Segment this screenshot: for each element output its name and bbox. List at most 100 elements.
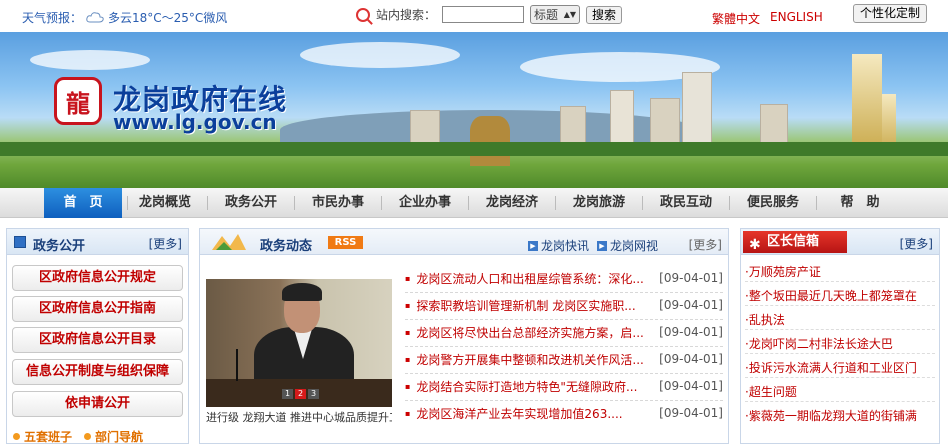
news-title: ▪ 龙岗结合实际打造地方特色"无缝隙政府...	[405, 378, 637, 395]
nav-divider	[555, 196, 556, 210]
news-date: [09-04-01]	[659, 325, 723, 339]
quick-news-link[interactable]: ▶ 龙岗快讯	[528, 237, 589, 254]
arrow-icon: ▶	[597, 240, 607, 251]
mail-item[interactable]: ·乱执法	[745, 311, 935, 328]
trees-decoration	[0, 142, 948, 156]
nav-divider	[729, 196, 730, 210]
microphone	[236, 349, 238, 381]
disclosure-rules-button[interactable]: 区政府信息公开规定	[12, 265, 183, 291]
divider	[745, 401, 935, 402]
nav-divider	[294, 196, 295, 210]
lang-traditional-link[interactable]: 繁體中文	[712, 10, 760, 27]
disclosure-guide-button[interactable]: 区政府信息公开指南	[12, 296, 183, 322]
search-input[interactable]	[442, 6, 525, 23]
apply-disclosure-button[interactable]: 依申请公开	[12, 391, 183, 417]
divider	[405, 373, 723, 374]
bullet-icon: ▪	[405, 408, 411, 418]
divider	[745, 353, 935, 354]
photo-page-3[interactable]: 3	[308, 389, 319, 399]
bullet-icon	[84, 433, 92, 440]
nav-services[interactable]: 便民服务	[735, 188, 811, 218]
nav-citizen[interactable]: 市民办事	[300, 188, 376, 218]
dept-nav-link[interactable]: 部门导航	[84, 428, 143, 444]
weather-value: 多云18°C～25°C微风	[108, 11, 228, 25]
news-title-text: 龙岗区海洋产业去年实现增加值263....	[416, 406, 623, 421]
photo-caption[interactable]: 进行级 龙翔大道 推进中心城品质提升工	[206, 409, 392, 423]
bullet-icon: ▪	[405, 354, 411, 364]
more-link[interactable]: [更多]	[149, 235, 182, 252]
top-bar: 天气预报： 多云18°C～25°C微风 站内搜索： 标题 ▲▼ 搜索 繁體中文 …	[0, 0, 948, 32]
bullet-icon: ▪	[405, 300, 411, 310]
building-decoration	[610, 90, 634, 150]
main-nav: 首 页 龙岗概览 政务公开 市民办事 企业办事 龙岗经济 龙岗旅游 政民互动 便…	[0, 188, 948, 218]
site-url: www.lg.gov.cn	[113, 110, 277, 134]
news-item[interactable]: ▪ 探索职教培训管理新机制 龙岗区实施职... [09-04-01]	[405, 295, 723, 315]
news-item[interactable]: ▪ 龙岗区海洋产业去年实现增加值263.... [09-04-01]	[405, 403, 723, 423]
nav-help[interactable]: 帮 助	[822, 188, 898, 218]
mail-item[interactable]: ·紫薇苑一期临龙翔大道的街铺满	[745, 407, 935, 424]
photo-pager: 1 2 3	[282, 389, 319, 399]
news-date: [09-04-01]	[659, 298, 723, 312]
nav-enterprise[interactable]: 企业办事	[387, 188, 463, 218]
divider	[405, 319, 723, 320]
divider	[745, 281, 935, 282]
photo-page-2[interactable]: 2	[295, 389, 306, 399]
news-item[interactable]: ▪ 龙岗结合实际打造地方特色"无缝隙政府... [09-04-01]	[405, 376, 723, 396]
nav-economy[interactable]: 龙岗经济	[474, 188, 550, 218]
news-title-text: 龙岗警方开展集中整顿和改进机关作风活...	[416, 352, 644, 367]
nav-divider	[468, 196, 469, 210]
five-leaders-link[interactable]: 五套班子	[13, 428, 72, 444]
nav-tourism[interactable]: 龙岗旅游	[561, 188, 637, 218]
gov-disclosure-panel: 政务公开 [更多] 区政府信息公开规定 区政府信息公开指南 区政府信息公开目录 …	[6, 228, 189, 444]
disclosure-catalog-button[interactable]: 区政府信息公开目录	[12, 327, 183, 353]
news-item[interactable]: ▪ 龙岗区将尽快出台总部经济实施方案，启... [09-04-01]	[405, 322, 723, 342]
news-date: [09-04-01]	[659, 271, 723, 285]
panel-title: 政务动态	[260, 239, 313, 254]
lang-english-link[interactable]: ENGLISH	[770, 10, 823, 27]
nav-divider	[642, 196, 643, 210]
nav-divider	[381, 196, 382, 210]
news-item[interactable]: ▪ 龙岗区流动人口和出租屋综管系统：深化... [09-04-01]	[405, 268, 723, 288]
bullet-icon: ▪	[405, 381, 411, 391]
panel-header: 政务动态 RSS ▶ 龙岗快讯 ▶ 龙岗网视 [更多]	[200, 229, 728, 255]
photo-page-1[interactable]: 1	[282, 389, 293, 399]
square-icon	[14, 236, 26, 248]
panel-title: 政务公开	[33, 239, 86, 254]
search-scope-value: 标题	[534, 8, 559, 22]
web-tv-label: 龙岗网视	[610, 239, 659, 253]
mayor-mailbox-panel: ✱ 区长信箱 [更多] ·万顺苑房产证 ·整个坂田最近几天晚上都笼罩在 ·乱执法…	[740, 228, 940, 444]
mail-item[interactable]: ·超生问题	[745, 383, 935, 400]
nav-home[interactable]: 首 页	[44, 188, 122, 218]
divider	[745, 305, 935, 306]
nav-gov-affairs[interactable]: 政务公开	[213, 188, 289, 218]
arrow-icon: ▶	[528, 240, 538, 251]
news-icon	[212, 234, 246, 250]
government-logo[interactable]: 龍	[54, 77, 102, 125]
customize-button[interactable]: 个性化定制	[853, 4, 928, 23]
panel-header: ✱ 区长信箱 [更多]	[741, 229, 939, 255]
divider	[745, 377, 935, 378]
more-link[interactable]: [更多]	[900, 235, 933, 252]
bullet-icon: ▪	[405, 273, 411, 283]
news-date: [09-04-01]	[659, 379, 723, 393]
search-scope-select[interactable]: 标题 ▲▼	[530, 5, 581, 24]
more-link[interactable]: [更多]	[689, 236, 722, 253]
mail-item[interactable]: ·投诉污水流满人行道和工业区门	[745, 359, 935, 376]
nav-overview[interactable]: 龙岗概览	[128, 188, 202, 218]
rss-button[interactable]: RSS	[328, 236, 363, 249]
disclosure-system-button[interactable]: 信息公开制度与组织保障	[12, 359, 183, 385]
divider	[405, 400, 723, 401]
news-item[interactable]: ▪ 龙岗警方开展集中整顿和改进机关作风活... [09-04-01]	[405, 349, 723, 369]
building-decoration	[682, 72, 712, 150]
search-button[interactable]: 搜索	[586, 5, 623, 24]
web-tv-link[interactable]: ▶ 龙岗网视	[597, 237, 658, 254]
news-photo[interactable]: 1 2 3	[206, 279, 392, 407]
mail-item[interactable]: ·万顺苑房产证	[745, 263, 935, 280]
news-title: ▪ 龙岗区将尽快出台总部经济实施方案，启...	[405, 324, 644, 341]
nav-interaction[interactable]: 政民互动	[648, 188, 724, 218]
mail-item[interactable]: ·龙岗吓岗二村非法长途大巴	[745, 335, 935, 352]
site-search: 站内搜索： 标题 ▲▼ 搜索	[356, 5, 623, 24]
news-title: ▪ 龙岗警方开展集中整顿和改进机关作风活...	[405, 351, 644, 368]
mail-item[interactable]: ·整个坂田最近几天晚上都笼罩在	[745, 287, 935, 304]
bullet-icon: ▪	[405, 327, 411, 337]
